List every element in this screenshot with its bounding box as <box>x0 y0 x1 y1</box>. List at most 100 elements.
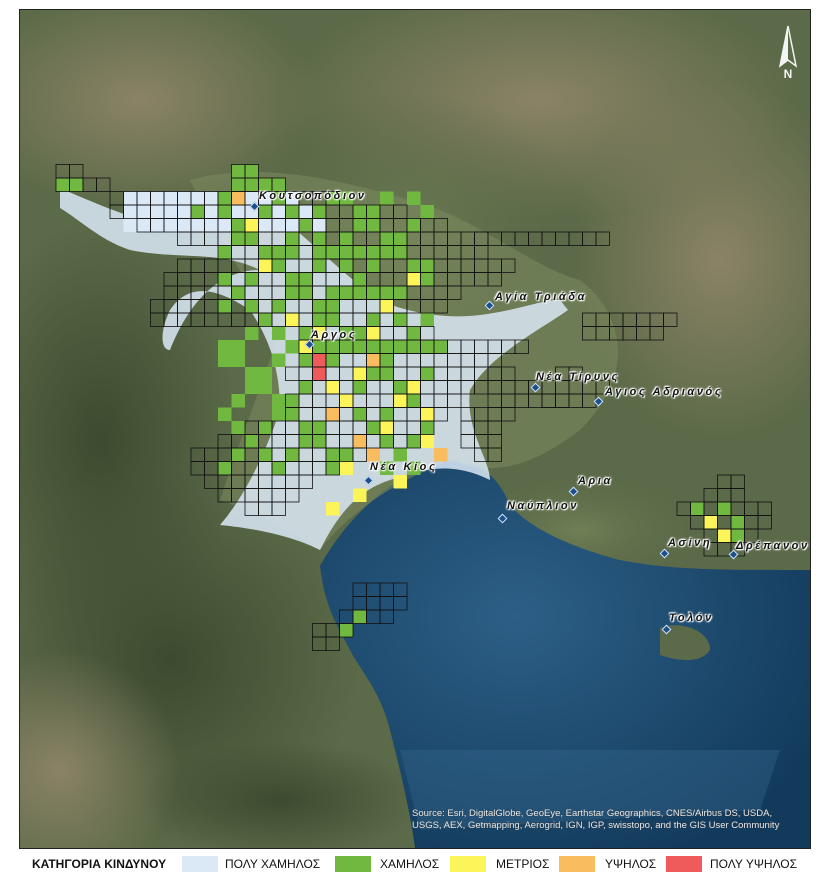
hazard-cell <box>407 380 421 394</box>
hazard-cell <box>164 191 178 205</box>
hazard-cell <box>326 448 340 462</box>
hazard-cell <box>393 286 407 300</box>
hazard-cell <box>434 340 448 354</box>
hazard-cell <box>407 218 421 232</box>
hazard-cell <box>312 367 326 381</box>
hazard-cell <box>380 407 394 421</box>
hazard-cell <box>380 421 394 435</box>
hazard-cell <box>137 191 151 205</box>
hazard-cell <box>326 461 340 475</box>
hazard-cell <box>690 502 704 516</box>
hazard-cell <box>218 461 232 475</box>
hazard-cell <box>218 218 232 232</box>
hazard-cell <box>258 218 272 232</box>
satellite-map[interactable] <box>20 10 810 848</box>
hazard-cell <box>56 178 70 192</box>
hazard-cell <box>218 340 232 354</box>
place-label-tolon: Τολόν <box>669 612 714 624</box>
hazard-cell <box>366 448 380 462</box>
legend-swatch <box>450 856 486 872</box>
hazard-cell <box>312 340 326 354</box>
place-label-argos: Άργος <box>311 329 358 341</box>
hazard-cell <box>407 259 421 273</box>
hazard-cell <box>407 394 421 408</box>
hazard-cell <box>366 245 380 259</box>
hazard-cell <box>312 205 326 219</box>
hazard-cell <box>704 515 718 529</box>
hazard-cell <box>137 205 151 219</box>
hazard-cell <box>366 205 380 219</box>
hazard-cell <box>272 353 286 367</box>
hazard-cell <box>326 407 340 421</box>
hazard-cell <box>285 205 299 219</box>
hazard-cell <box>231 191 245 205</box>
hazard-cell <box>272 218 286 232</box>
hazard-cell <box>366 421 380 435</box>
place-label-drepanon: Δρέπανον <box>736 540 810 552</box>
hazard-cell <box>218 299 232 313</box>
hazard-cell <box>407 191 421 205</box>
hazard-cell <box>366 326 380 340</box>
hazard-cell <box>407 434 421 448</box>
hazard-cell <box>312 353 326 367</box>
hazard-cell <box>366 340 380 354</box>
hazard-cell <box>285 272 299 286</box>
hazard-cell <box>353 272 367 286</box>
hazard-cell <box>285 286 299 300</box>
hazard-cell <box>177 191 191 205</box>
hazard-cell <box>231 286 245 300</box>
legend-label: ΜΕΤΡΙΟΣ <box>496 857 550 871</box>
legend-title: ΚΑΤΗΓΟΡΙΑ ΚΙΝΔΥΝΟΥ <box>32 857 167 871</box>
attribution-text: Source: Esri, DigitalGlobe, GeoEye, Eart… <box>412 808 780 831</box>
hazard-cell <box>272 205 286 219</box>
hazard-cell <box>258 245 272 259</box>
legend-swatch <box>335 856 371 872</box>
map-frame[interactable]: N Κουτσοπόδιον Αγία Τριάδα Άργος Νέα Τίρυνς… <box>19 9 811 849</box>
hazard-cell <box>69 178 83 192</box>
hazard-cell <box>353 407 367 421</box>
hazard-cell <box>299 434 313 448</box>
hazard-cell <box>326 313 340 327</box>
hazard-cell <box>164 218 178 232</box>
hazard-cell <box>123 191 137 205</box>
hazard-cell <box>299 380 313 394</box>
hazard-cell <box>393 448 407 462</box>
hazard-cell <box>380 367 394 381</box>
hazard-cell <box>245 380 259 394</box>
hazard-cell <box>366 218 380 232</box>
hazard-cell <box>380 299 394 313</box>
legend-swatch <box>666 856 702 872</box>
hazard-cell <box>245 367 259 381</box>
hazard-cell <box>285 340 299 354</box>
hazard-cell <box>231 394 245 408</box>
north-arrow-icon: N <box>775 22 801 81</box>
hazard-cell <box>380 245 394 259</box>
legend-label: ΧΑΜΗΛΟΣ <box>380 857 440 871</box>
hazard-cell <box>339 394 353 408</box>
hazard-cell <box>191 191 205 205</box>
hazard-cell <box>245 232 259 246</box>
hazard-cell <box>339 259 353 273</box>
hazard-cell <box>285 448 299 462</box>
hazard-cell <box>285 407 299 421</box>
hazard-cell <box>258 421 272 435</box>
place-label-aria: Άρια <box>578 475 613 487</box>
hazard-cell <box>380 286 394 300</box>
place-label-nea-tiryns: Νέα Τίρυνς <box>536 371 620 383</box>
hazard-cell <box>393 232 407 246</box>
hazard-cell <box>326 299 340 313</box>
hazard-cell <box>231 218 245 232</box>
place-label-agia-triada: Αγία Τριάδα <box>495 291 588 303</box>
hazard-cell <box>231 164 245 178</box>
hazard-cell <box>420 340 434 354</box>
hazard-cell <box>299 421 313 435</box>
hazard-cell <box>258 313 272 327</box>
hazard-cell <box>353 205 367 219</box>
hazard-cell <box>285 394 299 408</box>
hazard-cell <box>312 313 326 327</box>
hazard-cell <box>245 434 259 448</box>
hazard-cell <box>123 205 137 219</box>
hazard-cell <box>231 448 245 462</box>
hazard-cell <box>353 610 367 624</box>
hazard-cell <box>177 205 191 219</box>
